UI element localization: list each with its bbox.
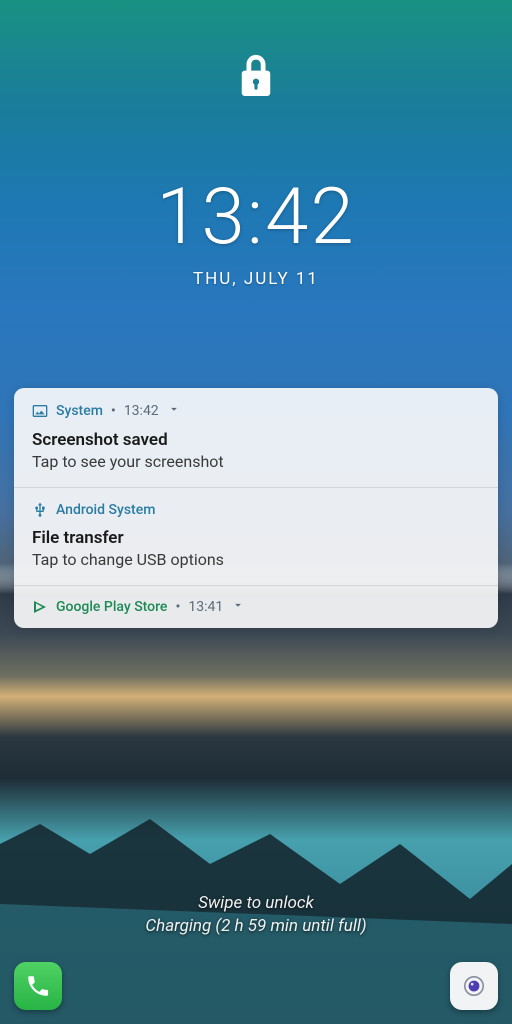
notification-header: Android System [32, 502, 480, 518]
separator-dot: • [175, 599, 180, 615]
swipe-hint-text: Swipe to unlock [0, 892, 512, 915]
notification-body: Tap to change USB options [32, 550, 480, 569]
camera-icon [461, 973, 487, 999]
clock-block: 13:42 THU, JULY 11 [0, 172, 512, 289]
usb-icon [32, 502, 48, 518]
notification-app-name: System [56, 403, 103, 419]
notification-usb[interactable]: Android System File transfer Tap to chan… [14, 488, 498, 586]
notification-screenshot[interactable]: System • 13:42 Screenshot saved Tap to s… [14, 388, 498, 488]
clock-time: 13:42 [0, 172, 512, 263]
phone-shortcut[interactable] [14, 962, 62, 1010]
clock-date: THU, JULY 11 [0, 269, 512, 289]
play-store-icon [32, 599, 48, 615]
notification-app-name: Android System [56, 502, 155, 518]
notification-app-name: Google Play Store [56, 599, 167, 615]
phone-icon [25, 973, 51, 999]
notification-time: 13:41 [188, 599, 223, 615]
chevron-down-icon[interactable] [167, 402, 181, 420]
lock-screen[interactable]: 13:42 THU, JULY 11 System • 13:42 Screen… [0, 0, 512, 1024]
unlock-hint: Swipe to unlock Charging (2 h 59 min unt… [0, 892, 512, 938]
notification-time: 13:42 [124, 403, 159, 419]
chevron-down-icon[interactable] [231, 598, 245, 616]
lock-icon [237, 54, 275, 104]
notification-play-store[interactable]: Google Play Store • 13:41 [14, 586, 498, 628]
charging-status-text: Charging (2 h 59 min until full) [0, 915, 512, 938]
notification-title: File transfer [32, 528, 480, 548]
notification-body: Tap to see your screenshot [32, 452, 480, 471]
notification-panel: System • 13:42 Screenshot saved Tap to s… [14, 388, 498, 628]
separator-dot: • [111, 403, 116, 419]
wallpaper-landscape [0, 724, 512, 1024]
camera-shortcut[interactable] [450, 962, 498, 1010]
notification-header[interactable]: Google Play Store • 13:41 [32, 598, 480, 616]
notification-title: Screenshot saved [32, 430, 480, 450]
image-icon [32, 403, 48, 419]
notification-header[interactable]: System • 13:42 [32, 402, 480, 420]
